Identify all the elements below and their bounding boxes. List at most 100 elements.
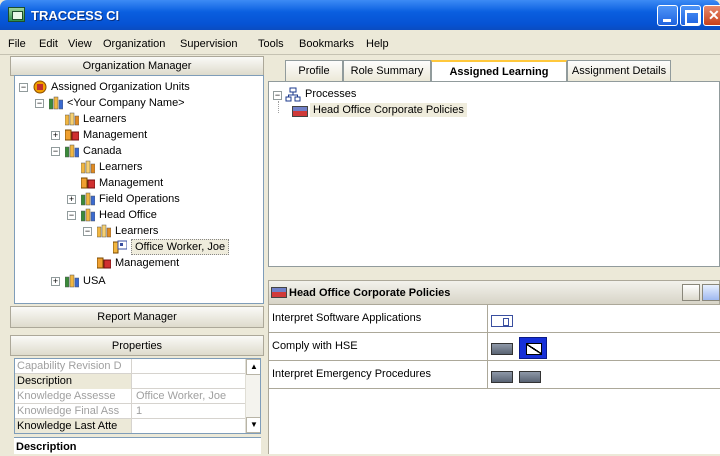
tab-assignment-details[interactable]: Assignment Details <box>567 60 671 81</box>
property-value: 1 <box>136 405 143 417</box>
menu-view[interactable]: View <box>68 38 92 50</box>
tree-item-label: USA <box>83 275 106 287</box>
tree-item-label: Assigned Organization Units <box>51 81 190 93</box>
property-key: Description <box>15 374 132 389</box>
menu-tools[interactable]: Tools <box>258 38 284 50</box>
tree-item-label: <Your Company Name> <box>67 97 185 109</box>
property-value <box>133 374 245 389</box>
tab-role-summary[interactable]: Role Summary <box>343 60 431 81</box>
scroll-up-icon[interactable]: ▲ <box>246 359 260 375</box>
person-icon <box>113 240 127 254</box>
management-icon <box>65 129 79 141</box>
processes-expander[interactable]: − <box>273 91 282 100</box>
properties-scrollbar[interactable]: ▲ ▼ <box>245 359 260 433</box>
status-block[interactable] <box>491 371 513 383</box>
property-key: Knowledge Assesse <box>15 389 132 404</box>
tree-item-label: Management <box>115 257 180 269</box>
menu-bar: File Edit View Organization Supervision … <box>0 30 720 55</box>
status-block[interactable] <box>519 371 541 383</box>
collapse-icon[interactable]: − <box>19 83 28 92</box>
org-unit-icon <box>65 144 79 158</box>
tree-item-label: Office Worker, Joe <box>131 239 230 255</box>
detail-header: Head Office Corporate Policies <box>268 280 720 305</box>
tree-item-label: Management <box>83 129 148 141</box>
app-icon <box>8 7 25 22</box>
policy-icon <box>271 287 287 298</box>
tree-item-label: Learners <box>115 225 159 237</box>
row-name: Interpret Software Applications <box>272 312 422 324</box>
collapse-icon[interactable]: − <box>51 147 60 156</box>
row-name: Comply with HSE <box>272 340 358 352</box>
report-manager-header[interactable]: Report Manager <box>10 306 264 328</box>
menu-bookmarks[interactable]: Bookmarks <box>299 38 354 50</box>
property-row[interactable]: Knowledge Last Atte <box>15 419 245 433</box>
tree-item-label: Head Office <box>99 209 157 221</box>
property-row[interactable]: Knowledge Final Ass 1 <box>15 404 245 419</box>
tree-item-label: Field Operations <box>99 193 180 205</box>
learners-icon <box>81 160 95 174</box>
forward-arrow-icon[interactable] <box>702 284 720 301</box>
collapse-icon[interactable]: − <box>67 211 76 220</box>
org-unit-icon <box>65 274 79 288</box>
title-bar: TRACCESS CI <box>0 0 720 30</box>
tab-profile[interactable]: Profile <box>285 60 343 81</box>
learners-icon <box>65 112 79 126</box>
row-name: Interpret Emergency Procedures <box>272 368 431 380</box>
property-value <box>133 359 245 374</box>
expand-icon[interactable]: + <box>51 131 60 140</box>
menu-file[interactable]: File <box>8 38 26 50</box>
table-row[interactable]: Interpret Emergency Procedures <box>269 361 720 389</box>
collapse-icon[interactable]: − <box>35 99 44 108</box>
assigned-learning-pane: − Processes Head Office Corporate Polici… <box>268 81 720 267</box>
tree-item-label: Canada <box>83 145 122 157</box>
status-block[interactable] <box>491 343 513 355</box>
management-icon <box>97 257 111 269</box>
expand-icon[interactable]: + <box>51 277 60 286</box>
property-value: Office Worker, Joe <box>136 390 227 402</box>
horizontal-splitter[interactable] <box>268 268 720 278</box>
menu-edit[interactable]: Edit <box>39 38 58 50</box>
property-key: Capability Revision D <box>15 359 132 374</box>
tree-item-label: Learners <box>99 161 143 173</box>
management-icon <box>81 177 95 189</box>
table-row[interactable]: Comply with HSE <box>269 333 720 361</box>
menu-help[interactable]: Help <box>366 38 389 50</box>
menu-supervision[interactable]: Supervision <box>180 38 237 50</box>
selected-status-block[interactable] <box>519 337 547 359</box>
process-item[interactable]: Head Office Corporate Policies <box>310 103 467 117</box>
description-label: Description <box>14 437 261 454</box>
property-row[interactable]: Capability Revision D <box>15 359 245 374</box>
document-icon[interactable] <box>491 315 513 327</box>
properties-grid: Knowledge Last Atte Knowledge Final Ass 1 K… <box>14 358 261 434</box>
policy-icon <box>292 106 308 117</box>
learners-icon <box>97 224 111 238</box>
window-title: TRACCESS CI <box>31 8 120 23</box>
minimize-button[interactable] <box>657 5 678 26</box>
properties-header[interactable]: Properties <box>10 335 264 356</box>
close-button[interactable] <box>703 5 720 26</box>
expand-icon[interactable]: + <box>67 195 76 204</box>
table-row[interactable]: Interpret Software Applications <box>269 305 720 333</box>
user-card-icon[interactable] <box>682 284 700 301</box>
tab-assigned-learning[interactable]: Assigned Learning <box>431 60 567 82</box>
property-value <box>133 419 245 433</box>
org-unit-icon <box>81 208 95 222</box>
property-row[interactable]: Description <box>15 374 245 389</box>
maximize-button[interactable] <box>680 5 701 26</box>
detail-title: Head Office Corporate Policies <box>289 287 451 299</box>
processes-icon <box>285 87 301 102</box>
tree-item-label: Learners <box>83 113 127 125</box>
org-tree: Assigned Organization Units − <Your Compan… <box>14 75 264 304</box>
property-row[interactable]: Knowledge Assesse Office Worker, Joe <box>15 389 245 404</box>
org-root-icon <box>33 80 47 94</box>
scroll-down-icon[interactable]: ▼ <box>246 417 260 433</box>
org-manager-header[interactable]: Organization Manager <box>10 56 264 76</box>
tree-item-label: Management <box>99 177 164 189</box>
detail-grid: Interpret Software Applications Comply w… <box>268 305 720 454</box>
org-unit-icon <box>81 192 95 206</box>
property-key: Knowledge Last Atte <box>15 419 132 433</box>
collapse-icon[interactable]: − <box>83 227 92 236</box>
menu-organization[interactable]: Organization <box>103 38 165 50</box>
org-unit-icon <box>49 96 63 110</box>
property-key: Knowledge Final Ass <box>15 404 132 419</box>
